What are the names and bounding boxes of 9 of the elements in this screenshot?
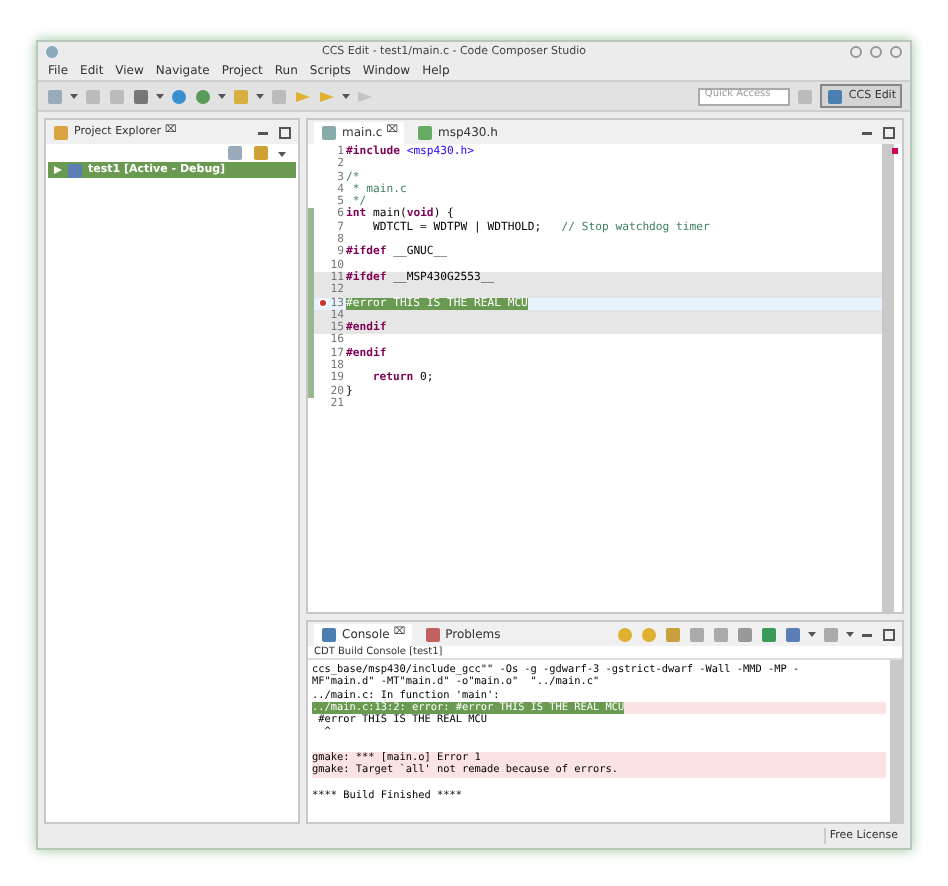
caret-icon[interactable] — [846, 630, 854, 638]
caret-icon[interactable] — [256, 92, 264, 100]
caret-icon[interactable] — [342, 92, 350, 100]
caret-icon[interactable] — [278, 149, 286, 157]
caret-icon[interactable] — [156, 92, 164, 100]
expand-icon[interactable] — [54, 166, 62, 174]
caret-icon[interactable] — [218, 92, 226, 100]
caret-icon[interactable] — [808, 630, 816, 638]
caret-icon[interactable] — [70, 92, 78, 100]
